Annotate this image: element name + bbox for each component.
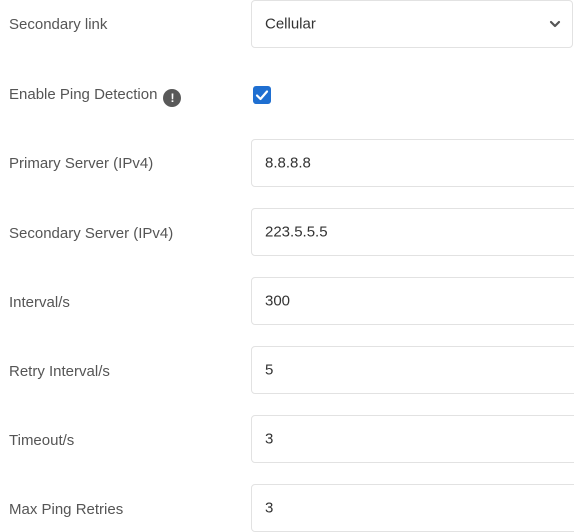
ping-detection-checkbox[interactable] <box>253 86 271 104</box>
secondary-server-input[interactable]: 223.5.5.5 <box>251 208 574 256</box>
max-ping-retries-label: Max Ping Retries <box>9 501 124 518</box>
secondary-server-label: Secondary Server (IPv4) <box>9 225 174 242</box>
checkmark-icon <box>255 90 269 101</box>
interval-value: 300 <box>265 292 291 310</box>
timeout-value: 3 <box>265 430 274 448</box>
secondary-link-label: Secondary link <box>9 16 108 33</box>
retry-interval-input[interactable]: 5 <box>251 346 574 394</box>
secondary-link-value: Cellular <box>265 15 316 33</box>
max-ping-retries-value: 3 <box>265 499 274 517</box>
primary-server-value: 8.8.8.8 <box>265 154 311 172</box>
retry-interval-label: Retry Interval/s <box>9 363 110 380</box>
primary-server-input[interactable]: 8.8.8.8 <box>251 139 574 187</box>
interval-input[interactable]: 300 <box>251 277 574 325</box>
info-icon[interactable]: ! <box>163 89 182 107</box>
ping-detection-label-group: Enable Ping Detection! <box>9 86 182 107</box>
primary-server-label: Primary Server (IPv4) <box>9 155 154 172</box>
chevron-down-icon <box>549 20 561 28</box>
timeout-input[interactable]: 3 <box>251 415 574 463</box>
secondary-server-value: 223.5.5.5 <box>265 223 328 241</box>
retry-interval-value: 5 <box>265 361 274 379</box>
interval-label: Interval/s <box>9 294 70 311</box>
ping-detection-label: Enable Ping Detection <box>9 86 158 103</box>
timeout-label: Timeout/s <box>9 432 75 449</box>
secondary-link-select[interactable]: Cellular <box>251 0 573 48</box>
max-ping-retries-input[interactable]: 3 <box>251 484 574 532</box>
